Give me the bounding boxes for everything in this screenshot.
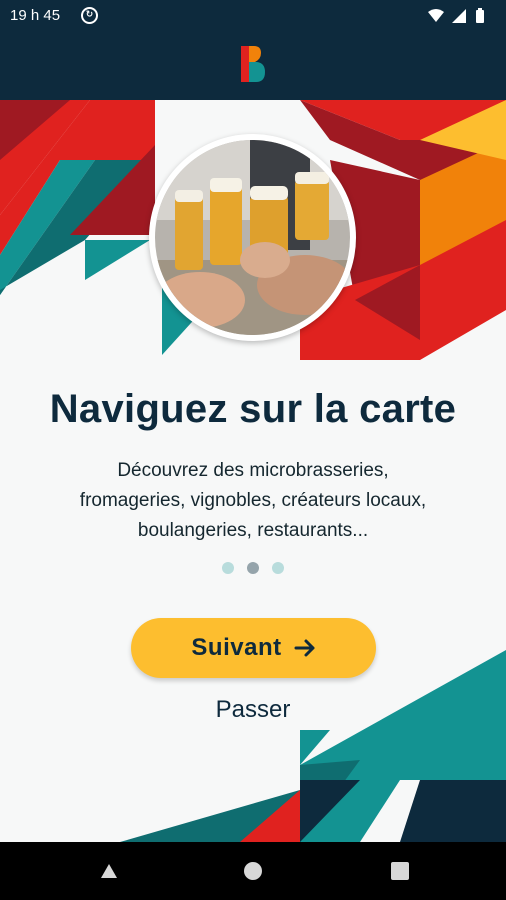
cheers-photo bbox=[155, 140, 350, 335]
next-button-label: Suivant bbox=[191, 634, 282, 661]
back-triangle-icon[interactable] bbox=[97, 860, 119, 882]
recents-square-icon[interactable] bbox=[389, 860, 411, 882]
sync-icon: ↻ bbox=[81, 7, 98, 24]
battery-icon bbox=[476, 10, 484, 23]
system-nav-bar bbox=[0, 842, 506, 900]
photo-frame bbox=[149, 134, 356, 341]
onboarding-title: Naviguez sur la carte bbox=[49, 387, 457, 431]
skip-link[interactable]: Passer bbox=[0, 696, 506, 724]
signal-icon bbox=[452, 9, 466, 23]
onboarding-description: Découvrez des microbrasseries, fromageri… bbox=[79, 460, 427, 541]
page-dot-2-active[interactable] bbox=[247, 562, 259, 574]
page-indicator bbox=[222, 562, 286, 574]
next-button[interactable]: Suivant bbox=[131, 618, 376, 678]
home-circle-icon[interactable] bbox=[242, 860, 264, 882]
status-time: 19 h 45 bbox=[10, 7, 61, 24]
arrow-right-icon bbox=[294, 639, 315, 657]
status-bar: 19 h 45 ↻ bbox=[0, 0, 506, 30]
page-dot-3[interactable] bbox=[272, 562, 284, 574]
app-header bbox=[0, 30, 506, 100]
page-dot-1[interactable] bbox=[222, 562, 234, 574]
wifi-icon bbox=[428, 9, 444, 22]
brand-b-logo-icon bbox=[241, 46, 265, 82]
status-icons bbox=[428, 8, 484, 23]
